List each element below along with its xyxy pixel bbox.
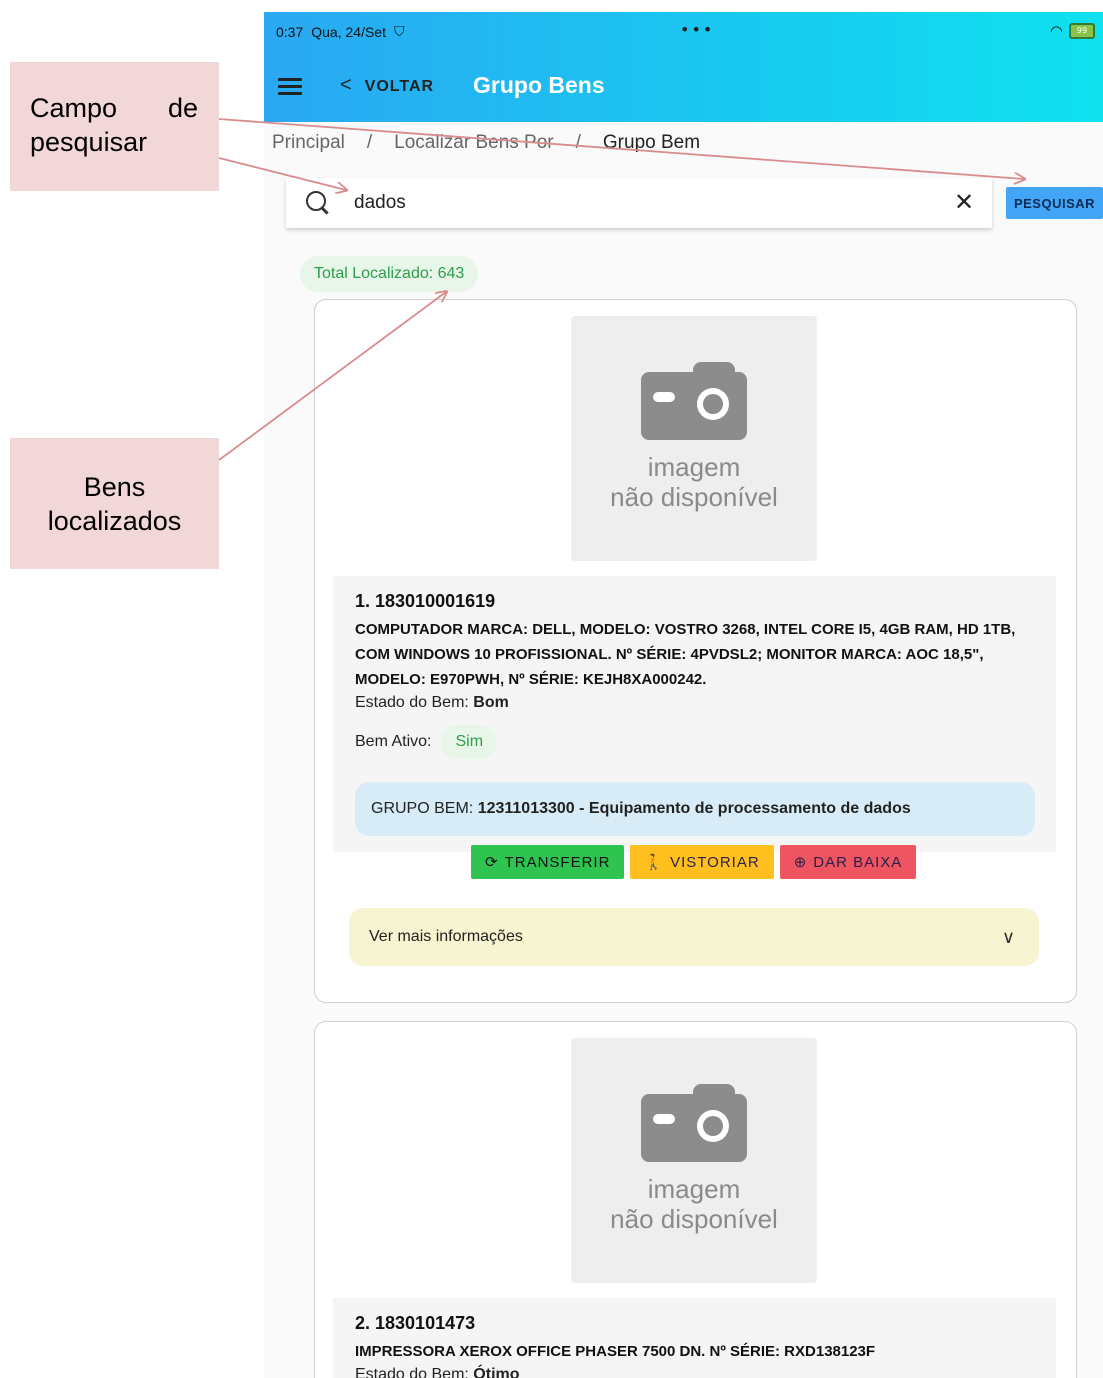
shield-icon: ⛉ bbox=[393, 23, 405, 39]
action-buttons: ⟳ TRANSFERIR 🚶 VISTORIAR ⊕ DAR BAIXA bbox=[471, 845, 917, 879]
image-unavailable-text: imagem não disponível bbox=[610, 452, 778, 512]
transfer-button[interactable]: ⟳ TRANSFERIR bbox=[471, 845, 625, 879]
app-bar: 0:37 Qua, 24/Set ⛉ ••• ◠ 99 < VOLTAR Grup… bbox=[264, 12, 1103, 122]
chevron-left-icon: < bbox=[340, 74, 353, 96]
asset-description: COMPUTADOR MARCA: DELL, MODELO: VOSTRO 3… bbox=[355, 621, 1016, 688]
search-icon bbox=[306, 191, 326, 211]
annotation-text: Bens bbox=[83, 472, 146, 502]
annotation-text: Campo bbox=[30, 93, 118, 123]
back-label: VOLTAR bbox=[364, 78, 435, 95]
asset-estado: Estado do Bem: Bom bbox=[355, 694, 509, 711]
breadcrumb-separator: / bbox=[366, 132, 373, 153]
status-icons: ◠ 99 bbox=[1050, 22, 1095, 40]
back-button[interactable]: < VOLTAR bbox=[340, 74, 434, 97]
app-screen: 0:37 Qua, 24/Set ⛉ ••• ◠ 99 < VOLTAR Grup… bbox=[264, 12, 1103, 1378]
breadcrumb-item-current: Grupo Bem bbox=[602, 132, 701, 153]
status-date: Qua, 24/Set bbox=[311, 23, 386, 40]
grupo-bem-box: GRUPO BEM: 12311013300 - Equipamento de … bbox=[355, 782, 1035, 836]
refresh-icon: ⟳ bbox=[485, 854, 499, 871]
breadcrumb-item-localizar[interactable]: Localizar Bens Por bbox=[394, 132, 553, 153]
asset-estado: Estado do Bem: Ótimo bbox=[355, 1366, 520, 1378]
write-off-button[interactable]: ⊕ DAR BAIXA bbox=[779, 845, 917, 879]
camera-icon bbox=[641, 362, 747, 440]
asset-description: IMPRESSORA XEROX OFFICE PHASER 7500 DN. … bbox=[355, 1343, 876, 1360]
walking-icon: 🚶 bbox=[644, 854, 665, 871]
menu-icon[interactable] bbox=[278, 78, 302, 96]
estado-value: Bom bbox=[473, 694, 509, 711]
asset-ativo: Bem Ativo: Sim bbox=[355, 725, 498, 759]
status-time: 0:37 bbox=[276, 23, 304, 40]
image-unavailable-text: imagem não disponível bbox=[610, 1174, 778, 1234]
search-bar: ✕ bbox=[286, 178, 992, 228]
status-dots: ••• bbox=[680, 20, 715, 39]
more-info-expander[interactable]: Ver mais informações ∨ bbox=[349, 908, 1039, 966]
annotation-bens-localizados: Bens localizados bbox=[10, 438, 219, 569]
battery-icon: 99 bbox=[1069, 23, 1095, 39]
status-badge: Sim bbox=[441, 725, 498, 759]
inspect-button[interactable]: 🚶 VISTORIAR bbox=[630, 845, 774, 879]
asset-details: 2. 1830101473 IMPRESSORA XEROX OFFICE PH… bbox=[333, 1298, 1056, 1378]
close-icon[interactable]: ✕ bbox=[954, 188, 974, 216]
estado-value: Ótimo bbox=[473, 1366, 520, 1378]
download-circle-icon: ⊕ bbox=[793, 854, 808, 871]
asset-code: 2. 1830101473 bbox=[355, 1313, 476, 1333]
asset-card: imagem não disponível 1. 183010001619 COM… bbox=[314, 299, 1077, 1003]
asset-code: 1. 183010001619 bbox=[355, 591, 496, 611]
search-button[interactable]: PESQUISAR bbox=[1006, 187, 1103, 219]
breadcrumb-item-principal[interactable]: Principal bbox=[272, 132, 345, 153]
search-input[interactable] bbox=[352, 188, 916, 218]
total-badge: Total Localizado: 643 bbox=[300, 256, 479, 292]
image-placeholder: imagem não disponível bbox=[571, 1038, 817, 1283]
page-title: Grupo Bens bbox=[473, 72, 605, 98]
chevron-down-icon: ∨ bbox=[1001, 927, 1015, 947]
annotation-text: de bbox=[167, 93, 198, 123]
camera-icon bbox=[641, 1084, 747, 1162]
status-bar: 0:37 Qua, 24/Set ⛉ bbox=[276, 23, 404, 40]
breadcrumb-separator: / bbox=[575, 132, 581, 153]
grupo-value: 12311013300 - Equipamento de processamen… bbox=[477, 800, 911, 817]
annotation-text: pesquisar bbox=[30, 127, 148, 157]
annotation-text: localizados bbox=[47, 506, 182, 536]
wifi-icon: ◠ bbox=[1049, 22, 1063, 40]
annotation-campo-pesquisar: Campo de pesquisar bbox=[10, 62, 219, 191]
image-placeholder: imagem não disponível bbox=[571, 316, 817, 561]
asset-card: imagem não disponível 2. 1830101473 IMPRE… bbox=[314, 1021, 1077, 1378]
breadcrumb: Principal / Localizar Bens Por / Grupo Bem bbox=[272, 132, 700, 154]
asset-details: 1. 183010001619 COMPUTADOR MARCA: DELL, … bbox=[333, 576, 1056, 852]
